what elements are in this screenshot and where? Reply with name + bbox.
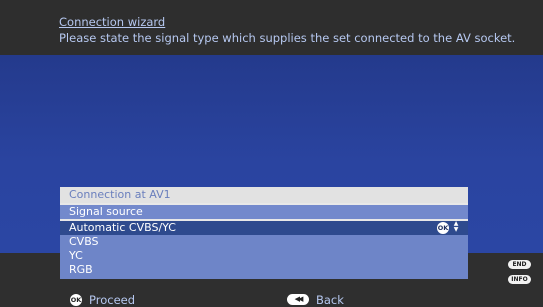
signal-source-list: Automatic CVBS/YC OK ▲ ▼ CVBS YC RGB [60, 221, 468, 279]
list-item-label: Automatic CVBS/YC [69, 221, 176, 234]
list-item-yc[interactable]: YC [60, 249, 468, 263]
proceed-label[interactable]: Proceed [89, 293, 135, 307]
ok-icon: OK [70, 294, 82, 306]
info-button[interactable]: INFO [508, 275, 531, 284]
list-item-rgb[interactable]: RGB [60, 263, 468, 277]
rewind-icon: ◀◀ [287, 294, 309, 305]
back-label[interactable]: Back [316, 293, 344, 307]
header-bar: Connection wizard Please state the signa… [0, 0, 543, 55]
up-down-arrows-icon: ▲ ▼ [453, 220, 459, 233]
list-item-label: CVBS [69, 235, 99, 248]
end-button[interactable]: END [508, 260, 531, 269]
list-item-label: YC [69, 249, 83, 262]
list-item-label: RGB [69, 263, 93, 276]
wizard-instruction: Please state the signal type which suppl… [59, 31, 516, 45]
panel-title: Connection at AV1 [60, 187, 468, 203]
list-item-cvbs[interactable]: CVBS [60, 235, 468, 249]
signal-source-label: Signal source [60, 205, 468, 219]
ok-button-icon: OK [437, 222, 449, 234]
list-item-automatic-cvbs-yc[interactable]: Automatic CVBS/YC OK ▲ ▼ [60, 221, 468, 235]
wizard-title: Connection wizard [59, 15, 166, 29]
